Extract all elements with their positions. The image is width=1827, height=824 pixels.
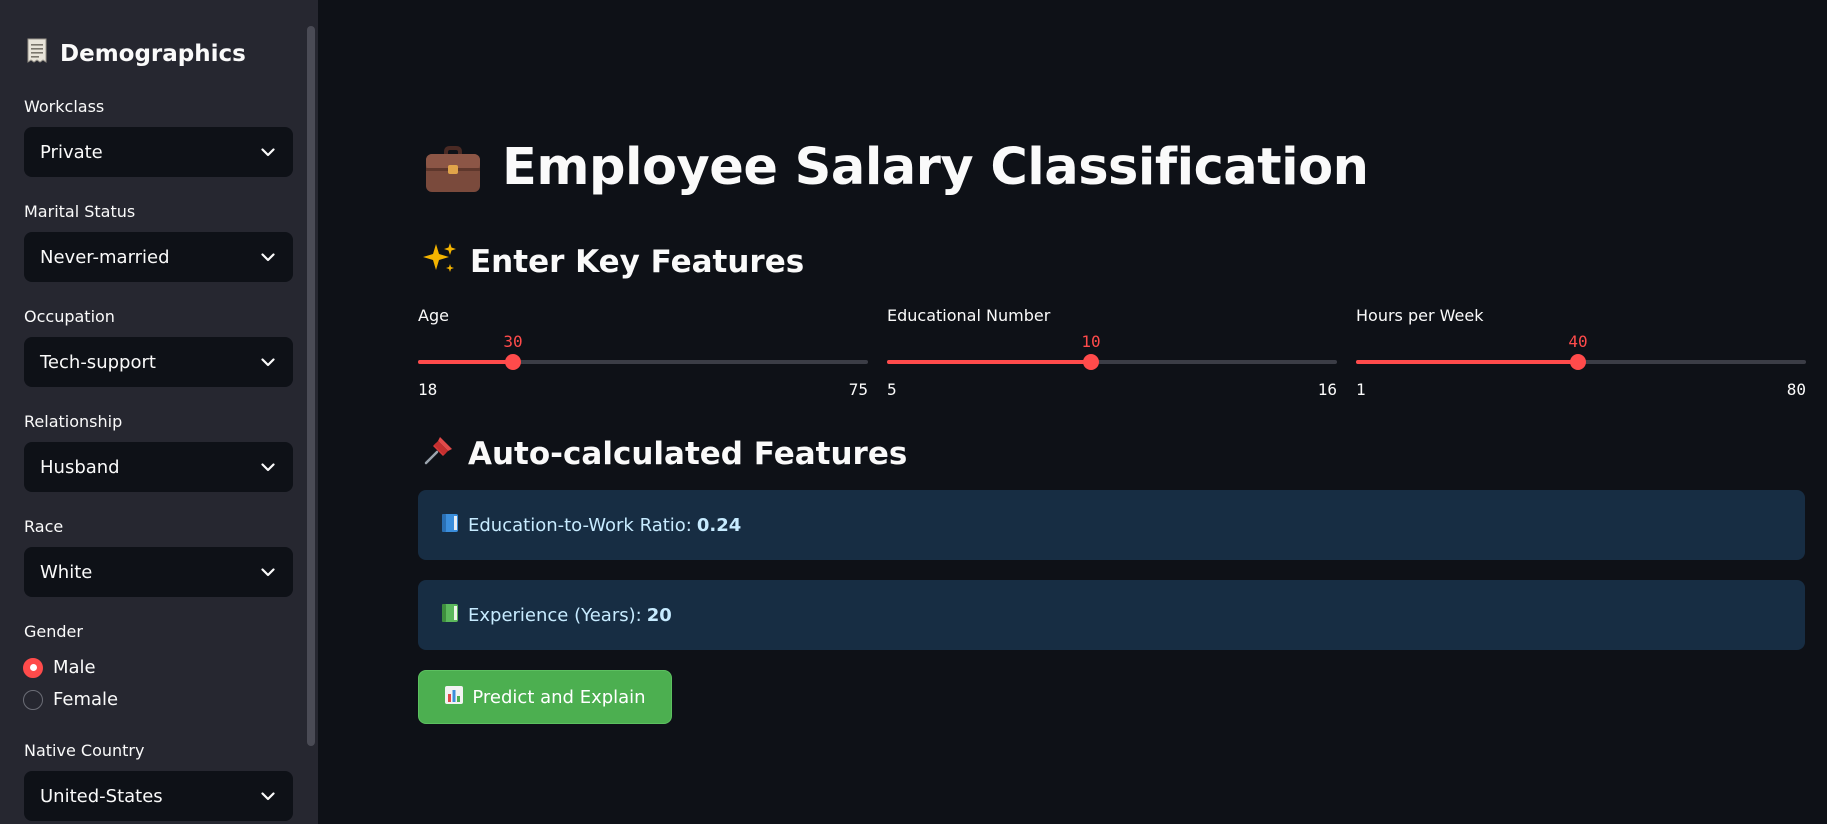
native-country-label: Native Country [24, 741, 145, 760]
sidebar-scrollbar[interactable] [307, 26, 315, 746]
occupation-label: Occupation [24, 307, 115, 326]
chevron-down-icon [259, 787, 277, 805]
relationship-label: Relationship [24, 412, 123, 431]
page-title-text: Employee Salary Classification [502, 138, 1369, 197]
slider-fill [1356, 360, 1578, 364]
slider-label: Age [418, 306, 449, 325]
sidebar-title: Demographics [24, 38, 246, 70]
relationship-value: Husband [40, 456, 120, 478]
workclass-value: Private [40, 141, 103, 163]
slider-thumb[interactable] [1570, 354, 1586, 370]
receipt-icon [24, 38, 50, 70]
briefcase-icon [424, 142, 482, 194]
gender-option-female[interactable]: Female [23, 689, 118, 710]
slider-thumb[interactable] [1083, 354, 1099, 370]
education-ratio-info: Education-to-Work Ratio: 0.24 [418, 490, 1805, 560]
slider-max: 75 [848, 380, 868, 399]
gender-option-label: Male [53, 657, 96, 678]
chevron-down-icon [259, 143, 277, 161]
radio-unselected-icon [23, 689, 43, 710]
native-country-value: United-States [40, 785, 163, 807]
slider-value: 10 [1081, 332, 1101, 351]
slider-fill [887, 360, 1091, 364]
chevron-down-icon [259, 248, 277, 266]
occupation-select[interactable]: Tech-support [24, 337, 293, 387]
hours-per-week-slider[interactable]: Hours per Week 40 1 80 [1356, 306, 1806, 402]
bar-chart-icon [444, 685, 464, 710]
predict-and-explain-button[interactable]: Predict and Explain [418, 670, 672, 724]
age-slider[interactable]: Age 30 18 75 [418, 306, 868, 402]
blue-book-icon [440, 513, 460, 538]
slider-value: 30 [503, 332, 523, 351]
race-value: White [40, 561, 93, 583]
chevron-down-icon [259, 353, 277, 371]
workclass-label: Workclass [24, 97, 105, 116]
slider-fill [418, 360, 513, 364]
slider-label: Hours per Week [1356, 306, 1484, 325]
slider-track[interactable] [418, 354, 868, 370]
auto-features-heading-text: Auto-calculated Features [468, 436, 908, 472]
educational-number-slider[interactable]: Educational Number 10 5 16 [887, 306, 1337, 402]
pushpin-icon [422, 433, 456, 475]
key-features-heading: Enter Key Features [422, 240, 804, 284]
marital-status-label: Marital Status [24, 202, 136, 221]
chevron-down-icon [259, 563, 277, 581]
slider-label: Educational Number [887, 306, 1051, 325]
relationship-select[interactable]: Husband [24, 442, 293, 492]
slider-min: 1 [1356, 380, 1366, 399]
green-book-icon [440, 603, 460, 628]
race-select[interactable]: White [24, 547, 293, 597]
sidebar-title-text: Demographics [60, 41, 246, 67]
marital-status-select[interactable]: Never-married [24, 232, 293, 282]
chevron-down-icon [259, 458, 277, 476]
page-title: Employee Salary Classification [424, 138, 1369, 197]
sidebar: Demographics Workclass Private Marital S… [0, 0, 318, 824]
occupation-value: Tech-support [40, 351, 156, 373]
key-features-heading-text: Enter Key Features [470, 244, 805, 280]
predict-button-label: Predict and Explain [472, 686, 646, 708]
slider-thumb[interactable] [505, 354, 521, 370]
info-label: Experience (Years): [468, 604, 642, 626]
slider-min: 5 [887, 380, 897, 399]
workclass-select[interactable]: Private [24, 127, 293, 177]
radio-selected-icon [23, 657, 43, 678]
gender-option-male[interactable]: Male [23, 657, 96, 678]
info-value: 0.24 [696, 514, 742, 536]
slider-track[interactable] [887, 354, 1337, 370]
info-value: 20 [646, 604, 672, 626]
race-label: Race [24, 517, 64, 536]
slider-max: 16 [1317, 380, 1337, 399]
marital-status-value: Never-married [40, 246, 170, 268]
gender-label: Gender [24, 622, 83, 641]
auto-features-heading: Auto-calculated Features [422, 433, 907, 475]
slider-track[interactable] [1356, 354, 1806, 370]
info-label: Education-to-Work Ratio: [468, 514, 692, 536]
experience-info: Experience (Years): 20 [418, 580, 1805, 650]
native-country-select[interactable]: United-States [24, 771, 293, 821]
gender-option-label: Female [53, 689, 119, 710]
slider-min: 18 [418, 380, 438, 399]
slider-value: 40 [1568, 332, 1588, 351]
slider-max: 80 [1786, 380, 1806, 399]
sparkles-icon [422, 240, 458, 284]
